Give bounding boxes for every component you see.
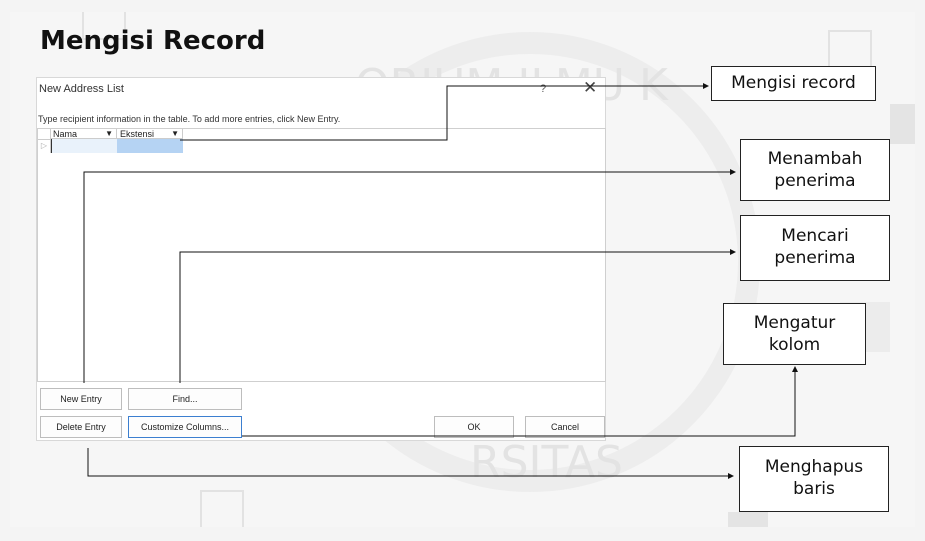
connector-menambah-penerima (83, 169, 736, 383)
connector-menghapus-baris (87, 448, 734, 479)
callout-text: Menambah (767, 149, 863, 169)
callout-mengisi-record: Mengisi record (711, 66, 876, 101)
connector-mengatur-kolom (242, 366, 798, 437)
callout-text: kolom (768, 335, 821, 355)
callout-mencari-penerima: Mencari penerima (740, 215, 890, 281)
callout-text: penerima (774, 248, 856, 268)
callout-text: Mencari (781, 226, 849, 246)
callout-menghapus-baris: Menghapus baris (739, 446, 889, 512)
callout-text: baris (793, 479, 835, 499)
callout-mengatur-kolom: Mengatur kolom (723, 303, 866, 365)
callout-text: Mengatur (753, 313, 836, 333)
callout-text: Mengisi record (731, 73, 856, 93)
callout-text: penerima (774, 171, 856, 191)
callout-menambah-penerima: Menambah penerima (740, 139, 890, 201)
connector-mencari-penerima (179, 249, 736, 383)
callout-text: Menghapus (764, 457, 864, 477)
connector-mengisi-record (180, 83, 709, 141)
